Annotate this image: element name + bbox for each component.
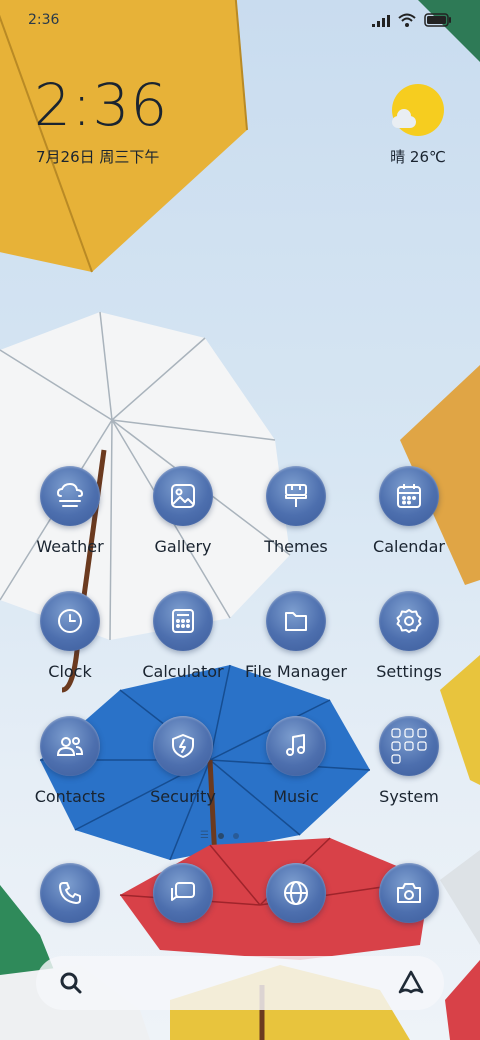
app-weather[interactable]: Weather	[14, 466, 126, 566]
weather-condition: 晴	[390, 148, 406, 166]
contacts-icon	[40, 716, 100, 776]
dock-browser[interactable]	[240, 863, 352, 963]
app-settings[interactable]: Settings	[353, 591, 465, 691]
app-gallery[interactable]: Gallery	[127, 466, 239, 566]
status-time: 2:36	[28, 12, 60, 28]
status-bar: 2:36	[0, 0, 480, 40]
weather-icon	[40, 466, 100, 526]
clock-icon	[40, 591, 100, 651]
page-list-icon: ☰	[200, 830, 209, 841]
dock-camera[interactable]	[353, 863, 465, 963]
folder-icon	[266, 591, 326, 651]
home-screen: 2:36 2:36 7月26日 周三下午 晴 26℃ Weather Galle…	[0, 0, 480, 1040]
app-label: File Manager	[245, 662, 347, 681]
search-icon	[58, 970, 84, 1000]
calculator-icon	[153, 591, 213, 651]
app-clock[interactable]: Clock	[14, 591, 126, 691]
shield-icon	[153, 716, 213, 776]
battery-icon	[424, 12, 452, 31]
folder-grid-icon	[379, 716, 439, 776]
dock-messages[interactable]	[127, 863, 239, 963]
app-calculator[interactable]: Calculator	[127, 591, 239, 691]
app-label: Security	[150, 787, 216, 806]
search-bar[interactable]	[36, 956, 444, 1010]
page-indicator[interactable]: ☰	[200, 830, 239, 841]
app-calendar[interactable]: Calendar	[353, 466, 465, 566]
app-label: Music	[273, 787, 319, 806]
app-music[interactable]: Music	[240, 716, 352, 816]
app-label: System	[379, 787, 439, 806]
gallery-icon	[153, 466, 213, 526]
assistant-icon[interactable]	[396, 968, 426, 1002]
app-label: Calculator	[142, 662, 224, 681]
clock-date: 7月26日 周三下午	[36, 148, 160, 166]
weather-widget[interactable]: 晴 26℃	[380, 84, 456, 168]
app-contacts[interactable]: Contacts	[14, 716, 126, 816]
messages-icon	[153, 863, 213, 923]
browser-icon	[266, 863, 326, 923]
weather-text: 晴 26℃	[380, 146, 456, 167]
cloud-icon	[392, 109, 416, 128]
page-dot	[232, 832, 239, 839]
page-dot-active	[217, 832, 224, 839]
weather-temperature: 26℃	[409, 148, 446, 166]
camera-icon	[379, 863, 439, 923]
dock-phone[interactable]	[14, 863, 126, 963]
clock-time: 2:36	[34, 71, 169, 139]
music-icon	[266, 716, 326, 776]
app-label: Settings	[376, 662, 442, 681]
app-label: Gallery	[154, 537, 212, 556]
app-file-manager[interactable]: File Manager	[240, 591, 352, 691]
app-label: Contacts	[34, 787, 106, 806]
status-icons	[372, 12, 452, 31]
app-label: Clock	[48, 662, 92, 681]
app-security[interactable]: Security	[127, 716, 239, 816]
app-label: Themes	[264, 537, 328, 556]
signal-icon	[372, 12, 390, 31]
calendar-icon	[379, 466, 439, 526]
app-label: Calendar	[373, 537, 445, 556]
app-label: Weather	[36, 537, 104, 556]
themes-icon	[266, 466, 326, 526]
gear-icon	[379, 591, 439, 651]
phone-icon	[40, 863, 100, 923]
wifi-icon	[398, 12, 416, 31]
app-system-folder[interactable]: System	[353, 716, 465, 816]
app-themes[interactable]: Themes	[240, 466, 352, 566]
